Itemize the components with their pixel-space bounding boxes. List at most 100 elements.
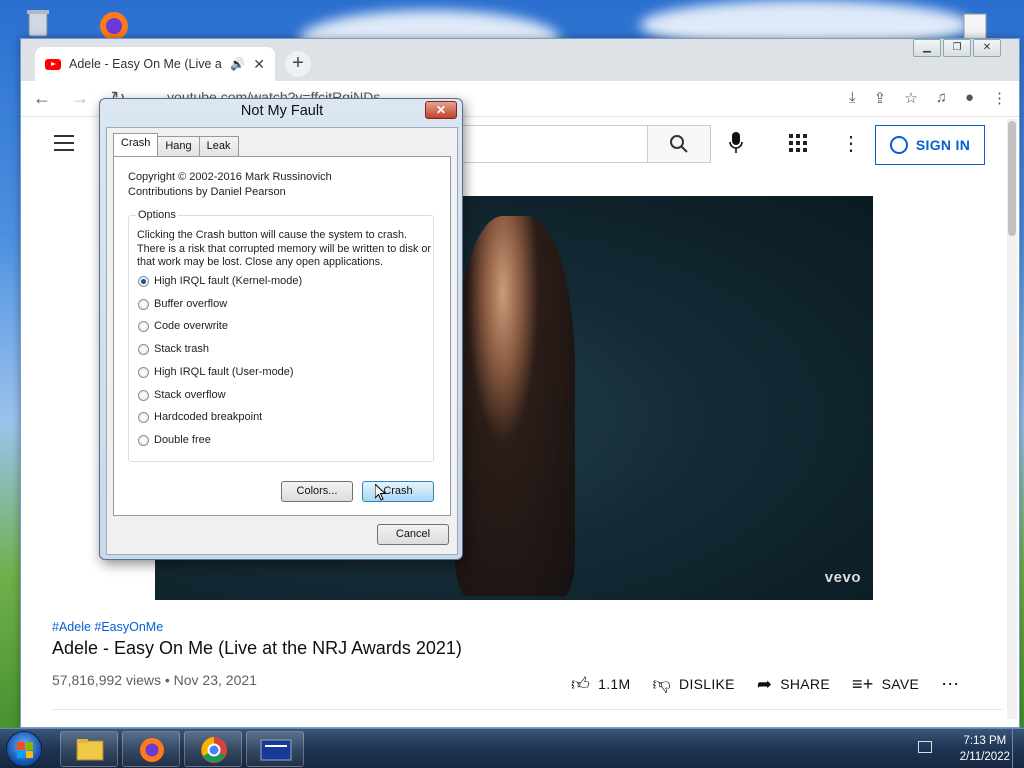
vevo-watermark: vevo xyxy=(824,569,861,586)
copyright-text: Copyright © 2002-2016 Mark Russinovich C… xyxy=(128,170,332,200)
toolbar-actions: ⤓ ⇪ ☆ ♫ ● ⋮ xyxy=(849,89,1007,107)
taskbar-chrome[interactable] xyxy=(184,731,242,767)
tab-crash[interactable]: Crash xyxy=(113,133,159,156)
menu-dots-icon[interactable]: ⋮ xyxy=(992,89,1007,107)
window-controls: ▁ ❐ ✕ xyxy=(911,39,1001,59)
close-window-button[interactable]: ✕ xyxy=(973,39,1001,57)
search-input[interactable] xyxy=(461,125,647,163)
radio-button[interactable] xyxy=(138,320,149,332)
show-desktop-button[interactable] xyxy=(1012,729,1024,768)
profile-icon[interactable]: ● xyxy=(965,89,974,107)
taskbar-firefox[interactable] xyxy=(122,731,180,767)
tab-leak[interactable]: Leak xyxy=(198,136,239,156)
clock-time: 7:13 PM xyxy=(963,735,1007,747)
option-double-free[interactable]: Double free xyxy=(138,434,211,446)
firefox-icon xyxy=(140,738,164,762)
copyright-line: Copyright © 2002-2016 Mark Russinovich xyxy=(128,171,332,183)
share-button[interactable]: ➦ SHARE xyxy=(757,674,830,695)
radio-button[interactable] xyxy=(138,275,149,287)
save-label: SAVE xyxy=(881,676,920,692)
more-actions-button[interactable]: ⋯ xyxy=(941,674,959,695)
tab-hang[interactable]: Hang xyxy=(157,136,200,156)
tab-title: Adele - Easy On Me (Live at xyxy=(69,57,223,71)
chrome-icon xyxy=(201,737,227,763)
option-code-overwrite[interactable]: Code overwrite xyxy=(138,320,228,332)
dislike-button[interactable]: 👎︎ DISLIKE xyxy=(652,673,734,695)
windows-taskbar: 7:13 PM 2/11/2022 xyxy=(0,728,1024,768)
cancel-button[interactable]: Cancel xyxy=(377,524,449,545)
bookmark-star-icon[interactable]: ☆ xyxy=(904,89,917,107)
folder-icon xyxy=(76,739,104,761)
option-buffer-overflow[interactable]: Buffer overflow xyxy=(138,298,227,310)
scrollbar-thumb[interactable] xyxy=(1008,121,1016,236)
recycle-bin-icon[interactable] xyxy=(20,4,56,40)
option-label: Buffer overflow xyxy=(154,298,228,310)
like-button[interactable]: 👍︎ 1.1M xyxy=(571,673,630,695)
restore-button[interactable]: ❐ xyxy=(943,39,971,57)
install-icon[interactable]: ⤓ xyxy=(849,89,856,107)
radio-button[interactable] xyxy=(138,343,149,355)
action-center-icon[interactable] xyxy=(918,741,932,753)
taskbar-notmyfault[interactable] xyxy=(246,731,304,767)
option-high-irql-user[interactable]: High IRQL fault (User-mode) xyxy=(138,366,294,378)
browser-tab[interactable]: Adele - Easy On Me (Live at 🔊 ✕ xyxy=(35,47,275,81)
playlist-add-icon: ≡+ xyxy=(851,673,874,694)
dislike-label: DISLIKE xyxy=(679,676,735,692)
crash-tab-panel: Copyright © 2002-2016 Mark Russinovich C… xyxy=(113,156,451,516)
back-arrow-icon[interactable]: ← xyxy=(31,88,53,109)
thumbs-up-icon: 👍︎ xyxy=(571,674,591,694)
option-stack-trash[interactable]: Stack trash xyxy=(138,343,209,355)
taskbar-explorer[interactable] xyxy=(60,731,118,767)
dialog-body: Crash Hang Leak Copyright © 2002-2016 Ma… xyxy=(106,127,458,555)
option-label: Stack trash xyxy=(154,343,210,355)
option-stack-overflow[interactable]: Stack overflow xyxy=(138,389,226,401)
video-hashtags[interactable]: #Adele #EasyOnMe xyxy=(52,620,163,634)
radio-button[interactable] xyxy=(138,411,149,423)
clock-date: 2/11/2022 xyxy=(959,751,1010,763)
microphone-icon[interactable] xyxy=(729,132,743,160)
dialog-title: Not My Fault xyxy=(240,103,324,119)
radio-button[interactable] xyxy=(138,434,149,446)
colors-button[interactable]: Colors... xyxy=(281,481,353,502)
share-page-icon[interactable]: ⇪ xyxy=(874,89,887,107)
share-label: SHARE xyxy=(780,676,830,692)
option-label: Hardcoded breakpoint xyxy=(154,411,263,423)
hamburger-menu-icon[interactable] xyxy=(54,135,74,151)
option-label: Stack overflow xyxy=(154,389,226,401)
windows-flag-icon xyxy=(17,742,33,758)
media-control-icon[interactable]: ♫ xyxy=(936,89,947,107)
options-group: Options Clicking the Crash button will c… xyxy=(128,209,434,462)
sign-in-button[interactable]: SIGN IN xyxy=(875,125,985,165)
content-divider xyxy=(52,709,1002,710)
share-arrow-icon: ➦ xyxy=(756,673,773,694)
option-high-irql-kernel[interactable]: High IRQL fault (Kernel-mode) xyxy=(138,275,302,287)
forward-arrow-icon[interactable]: → xyxy=(69,88,91,109)
view-count-date: 57,816,992 views • Nov 23, 2021 xyxy=(52,672,257,688)
crash-button[interactable]: Crash xyxy=(362,481,434,502)
option-label: Code overwrite xyxy=(154,320,228,332)
search-icon[interactable] xyxy=(647,125,711,163)
firefox-desktop-icon[interactable] xyxy=(96,6,132,42)
save-button[interactable]: ≡+ SAVE xyxy=(852,674,919,695)
settings-more-icon[interactable]: ⋮ xyxy=(841,131,861,156)
sign-in-label: SIGN IN xyxy=(915,137,971,153)
system-clock[interactable]: 7:13 PM 2/11/2022 xyxy=(960,733,1010,765)
minimize-button[interactable]: ▁ xyxy=(913,39,941,57)
option-hardcoded-breakpoint[interactable]: Hardcoded breakpoint xyxy=(138,411,262,423)
page-scrollbar[interactable] xyxy=(1007,119,1017,719)
video-actions: 👍︎ 1.1M 👎︎ DISLIKE ➦ SHARE ≡+ SAVE ⋯ xyxy=(571,673,981,695)
more-horizontal-icon: ⋯ xyxy=(941,673,960,694)
thumbs-down-icon: 👎︎ xyxy=(652,674,672,694)
dialog-close-button[interactable]: ✕ xyxy=(425,101,457,119)
radio-button[interactable] xyxy=(138,389,149,401)
user-circle-icon xyxy=(889,136,908,154)
start-button[interactable] xyxy=(6,731,42,767)
new-tab-button[interactable]: + xyxy=(285,51,311,77)
close-tab-icon[interactable]: ✕ xyxy=(253,56,265,73)
video-frame-singer xyxy=(455,216,575,596)
like-count: 1.1M xyxy=(598,676,631,692)
radio-button[interactable] xyxy=(138,298,149,310)
speaker-icon[interactable]: 🔊 xyxy=(230,57,245,71)
radio-button[interactable] xyxy=(138,366,149,378)
apps-grid-icon[interactable] xyxy=(789,134,807,157)
